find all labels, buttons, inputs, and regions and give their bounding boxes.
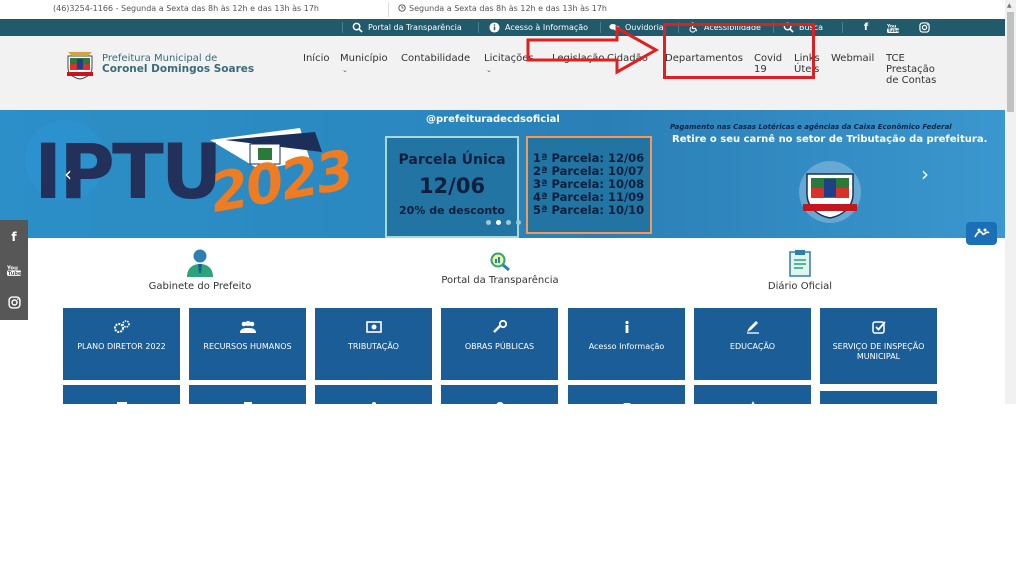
tile-row2-7[interactable] [820, 391, 937, 404]
tile-row2-6[interactable] [694, 385, 811, 404]
phone-hours-text: (46)3254-1166 - Segunda a Sexta das 8h à… [53, 4, 319, 13]
tile-row2-4[interactable] [441, 385, 558, 404]
quick-link-label: Diário Oficial [767, 281, 833, 292]
annotation-arrow-icon [526, 25, 660, 75]
chevron-left-icon[interactable]: ‹ [64, 162, 72, 186]
youtube-icon[interactable]: You Tube [885, 19, 901, 36]
facebook-icon[interactable]: f [0, 220, 28, 253]
chevron-down-icon: ⌄ [342, 66, 348, 74]
slider-dots[interactable] [486, 220, 521, 225]
pencil-icon [746, 321, 759, 334]
nav-contabilidade[interactable]: Contabilidade [401, 53, 470, 64]
tile-obras-publicas[interactable]: OBRAS PÚBLICAS [441, 308, 558, 380]
svg-text:Tube: Tube [8, 270, 21, 275]
installment-item: 5ª Parcela: 10/10 [533, 203, 645, 217]
top-bar: Portal da Transparência Acesso à Informa… [0, 19, 1005, 36]
money-icon [365, 321, 382, 333]
single-discount: 20% de desconto [399, 204, 505, 217]
single-date: 12/06 [418, 174, 486, 198]
tile-row2-5[interactable] [568, 385, 685, 404]
tree-icon [751, 401, 754, 404]
chevron-right-icon[interactable]: › [921, 162, 929, 186]
payment-note: Pagamento nas Casas Lotéricas e agências… [670, 123, 952, 131]
instagram-icon[interactable] [916, 19, 932, 36]
tile-label: RECURSOS HUMANOS [203, 342, 292, 351]
mayor-person-icon [187, 249, 213, 277]
hours-text: Segunda a Sexta das 8h às 12h e das 13h … [409, 4, 607, 13]
instagram-icon[interactable] [0, 286, 28, 319]
quick-link-transparencia[interactable]: Portal da Transparência [425, 251, 575, 286]
site-header: Prefeitura Municipal de Coronel Domingos… [0, 36, 1005, 110]
vertical-scrollbar[interactable]: ▲ [1005, 0, 1016, 404]
tile-label: OBRAS PÚBLICAS [464, 342, 535, 351]
nav-tce[interactable]: TCE Prestação de Contas [886, 53, 946, 86]
tile-tributacao[interactable]: TRIBUTAÇÃO [315, 308, 432, 380]
tile-label: TRIBUTAÇÃO [348, 342, 399, 351]
instagram-handle: @prefeituradecdsoficial [426, 114, 560, 125]
chevron-down-icon: ⌄ [486, 66, 492, 74]
tile-label: Acesso Informação [588, 342, 665, 351]
logo-line-2: Coronel Domingos Soares [102, 63, 255, 75]
search-icon [352, 22, 363, 33]
tile-label: SERVIÇO DE INSPEÇÃO MUNICIPAL [832, 342, 925, 361]
banner-coat-of-arms [799, 161, 861, 223]
banner-title: IPTU [34, 127, 223, 216]
tile-acesso-informacao[interactable]: Acesso Informação [568, 308, 685, 380]
info-strip: (46)3254-1166 - Segunda a Sexta das 8h à… [0, 0, 1005, 19]
tile-educacao[interactable]: EDUCAÇÃO [694, 308, 811, 380]
bus-icon [622, 403, 631, 404]
quick-link-diario[interactable]: Diário Oficial [740, 249, 860, 292]
quick-link-gabinete[interactable]: Gabinete do Prefeito [130, 247, 270, 292]
info-icon [489, 22, 500, 33]
hours-info: Segunda a Sexta das 8h às 12h e das 13h … [398, 4, 607, 13]
transparency-portal-link[interactable]: Portal da Transparência [352, 19, 462, 36]
scrollbar-thumb[interactable] [1007, 12, 1014, 112]
nav-inicio[interactable]: Início [303, 53, 329, 64]
globe-icon [496, 402, 503, 404]
tile-label: EDUCAÇÃO [729, 342, 776, 351]
nav-webmail[interactable]: Webmail [831, 53, 874, 64]
installments-box: 1ª Parcela: 12/06 2ª Parcela: 10/07 3ª P… [526, 136, 652, 234]
vlibras-sign-language-icon[interactable] [966, 222, 997, 245]
site-logo-text[interactable]: Prefeitura Municipal de Coronel Domingos… [102, 53, 254, 75]
check-square-icon [871, 321, 886, 334]
printer-icon [116, 402, 127, 404]
quick-link-label: Portal da Transparência [441, 275, 559, 286]
single-title: Parcela Única [398, 152, 506, 168]
link-label: Portal da Transparência [368, 23, 462, 32]
wrench-icon [492, 320, 507, 333]
pickup-note: Retire o seu carnê no setor de Tributaçã… [672, 134, 988, 145]
browser-viewport: (46)3254-1166 - Segunda a Sexta das 8h à… [0, 0, 1005, 404]
gears-icon [113, 320, 130, 333]
clock-icon [398, 4, 406, 12]
side-social-bar: f You Tube [0, 220, 28, 320]
magnifier-chart-icon [490, 252, 510, 271]
svg-text:Tube: Tube [888, 28, 899, 33]
tile-plano-diretor[interactable]: PLANO DIRETOR 2022 [63, 308, 180, 380]
wheelchair-icon [371, 402, 376, 404]
users-icon [239, 320, 256, 333]
hospital-icon [243, 402, 252, 404]
facebook-icon[interactable]: f [858, 19, 874, 36]
tile-row2-1[interactable] [63, 385, 180, 404]
municipal-coat-of-arms-logo[interactable] [64, 50, 96, 80]
quick-link-label: Gabinete do Prefeito [148, 281, 252, 292]
tile-row2-2[interactable] [189, 385, 306, 404]
nav-municipio[interactable]: Município [340, 53, 388, 64]
tile-recursos-humanos[interactable]: RECURSOS HUMANOS [189, 308, 306, 380]
annotation-highlight-box [663, 23, 815, 79]
scroll-up-icon[interactable]: ▲ [1007, 2, 1012, 9]
tile-inspecao-municipal[interactable]: SERVIÇO DE INSPEÇÃO MUNICIPAL [820, 308, 937, 384]
tile-label: PLANO DIRETOR 2022 [77, 342, 166, 351]
info-icon [624, 320, 629, 333]
tile-row2-3[interactable] [315, 385, 432, 404]
iptu-banner-slider[interactable]: IPTU 2023 @prefeituradecdsoficial Parcel… [0, 110, 1005, 238]
document-icon [789, 250, 811, 277]
youtube-icon[interactable]: You Tube [0, 253, 28, 286]
